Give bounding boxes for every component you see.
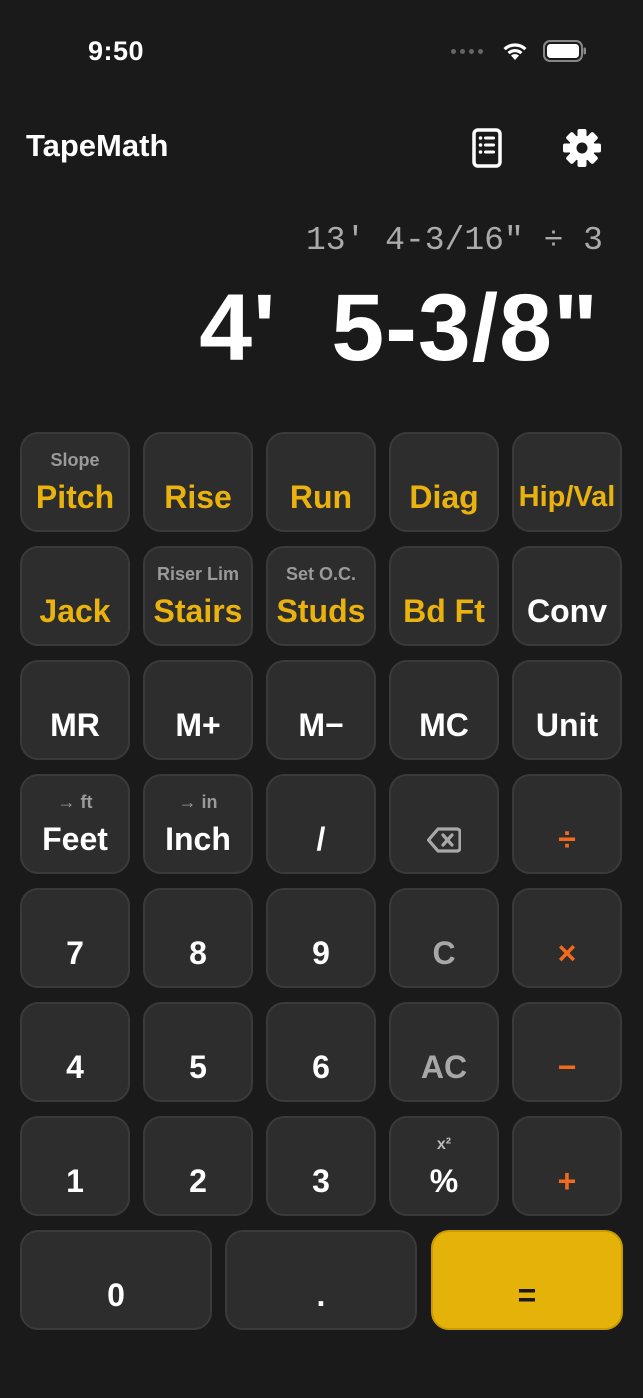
unit-key[interactable]: Unit: [512, 660, 622, 760]
all-clear-key[interactable]: AC: [389, 1002, 499, 1102]
stairs-key[interactable]: Riser Lim Stairs: [143, 546, 253, 646]
gear-icon: [563, 129, 601, 167]
digit-8-label: 8: [189, 935, 207, 971]
digit-0-key[interactable]: 0: [20, 1230, 212, 1330]
status-bar: 9:50: [0, 0, 643, 100]
digit-7-key[interactable]: 7: [20, 888, 130, 988]
backspace-key[interactable]: [389, 774, 499, 874]
studs-key-label: Studs: [276, 593, 366, 629]
signal-icon: [451, 48, 483, 54]
expression-tape: 13' 4-3/16" ÷ 3: [305, 222, 603, 259]
divide-key-label: ÷: [558, 821, 576, 857]
plus-key-label: +: [557, 1163, 577, 1199]
convert-key[interactable]: Conv: [512, 546, 622, 646]
digit-1-key[interactable]: 1: [20, 1116, 130, 1216]
hip-val-key[interactable]: Hip/Val: [512, 432, 622, 532]
board-feet-key[interactable]: Bd Ft: [389, 546, 499, 646]
percent-key-sublabel: x²: [436, 1136, 452, 1153]
digit-8-key[interactable]: 8: [143, 888, 253, 988]
percent-key-label: %: [429, 1163, 459, 1199]
digit-2-key[interactable]: 2: [143, 1116, 253, 1216]
decimal-key[interactable]: .: [225, 1230, 417, 1330]
equals-key-label: =: [517, 1277, 537, 1313]
divide-key[interactable]: ÷: [512, 774, 622, 874]
digit-5-label: 5: [189, 1049, 207, 1085]
memory-add-key[interactable]: M+: [143, 660, 253, 760]
clear-key[interactable]: C: [389, 888, 499, 988]
digit-5-key[interactable]: 5: [143, 1002, 253, 1102]
digit-4-label: 4: [66, 1049, 84, 1085]
settings-button[interactable]: [560, 126, 604, 170]
board-feet-key-label: Bd Ft: [403, 593, 485, 629]
inch-key-sublabel: → in: [178, 792, 218, 812]
backspace-icon: [427, 827, 461, 853]
stairs-key-label: Stairs: [153, 593, 243, 629]
digit-0-label: 0: [107, 1277, 125, 1313]
jack-key-label: Jack: [39, 593, 111, 629]
stairs-key-sublabel: Riser Lim: [156, 564, 240, 584]
multiply-key-label: ×: [557, 935, 577, 971]
studs-key-sublabel: Set O.C.: [285, 564, 356, 584]
diag-key-label: Diag: [409, 479, 479, 515]
pitch-key[interactable]: Slope Pitch: [20, 432, 130, 532]
memory-add-key-label: M+: [175, 707, 221, 743]
digit-3-label: 3: [312, 1163, 330, 1199]
digit-1-label: 1: [66, 1163, 84, 1199]
memory-recall-key[interactable]: MR: [20, 660, 130, 760]
convert-key-label: Conv: [527, 593, 607, 629]
digit-9-key[interactable]: 9: [266, 888, 376, 988]
studs-key[interactable]: Set O.C. Studs: [266, 546, 376, 646]
diag-key[interactable]: Diag: [389, 432, 499, 532]
clear-key-label: C: [432, 935, 456, 971]
hip-val-key-label: Hip/Val: [518, 481, 616, 513]
plus-key[interactable]: +: [512, 1116, 622, 1216]
history-button[interactable]: [466, 124, 508, 172]
minus-key-label: −: [557, 1049, 577, 1085]
calculator-display: 13' 4-3/16" ÷ 3 4' 5-3/8": [0, 210, 643, 390]
pitch-key-label: Pitch: [35, 479, 115, 515]
status-time: 9:50: [88, 36, 145, 66]
all-clear-key-label: AC: [420, 1049, 468, 1085]
pitch-key-sublabel: Slope: [50, 450, 100, 470]
feet-key[interactable]: → ft Feet: [20, 774, 130, 874]
unit-key-label: Unit: [535, 707, 599, 743]
digit-6-key[interactable]: 6: [266, 1002, 376, 1102]
minus-key[interactable]: −: [512, 1002, 622, 1102]
rise-key[interactable]: Rise: [143, 432, 253, 532]
digit-9-label: 9: [312, 935, 330, 971]
memory-clear-key-label: MC: [419, 707, 469, 743]
feet-key-sublabel: → ft: [57, 792, 93, 812]
memory-subtract-key[interactable]: M−: [266, 660, 376, 760]
memory-clear-key[interactable]: MC: [389, 660, 499, 760]
equals-key[interactable]: =: [431, 1230, 623, 1330]
app-header: TapeMath: [0, 120, 643, 180]
fraction-key-label: /: [316, 821, 326, 857]
result-value: 4' 5-3/8": [199, 275, 599, 381]
multiply-key[interactable]: ×: [512, 888, 622, 988]
status-icons: [451, 40, 587, 62]
memory-recall-key-label: MR: [50, 707, 100, 743]
digit-3-key[interactable]: 3: [266, 1116, 376, 1216]
digit-4-key[interactable]: 4: [20, 1002, 130, 1102]
inch-key[interactable]: → in Inch: [143, 774, 253, 874]
digit-7-label: 7: [66, 935, 84, 971]
digit-6-label: 6: [312, 1049, 330, 1085]
run-key-label: Run: [289, 479, 353, 515]
wifi-icon: [503, 43, 527, 60]
run-key[interactable]: Run: [266, 432, 376, 532]
battery-icon: [543, 40, 586, 62]
document-list-icon: [472, 128, 502, 168]
fraction-key[interactable]: /: [266, 774, 376, 874]
feet-key-label: Feet: [42, 821, 108, 857]
inch-key-label: Inch: [165, 821, 231, 857]
app-title: TapeMath: [26, 128, 169, 163]
decimal-key-label: .: [316, 1277, 326, 1313]
jack-key[interactable]: Jack: [20, 546, 130, 646]
percent-key[interactable]: x² %: [389, 1116, 499, 1216]
memory-subtract-key-label: M−: [298, 707, 344, 743]
rise-key-label: Rise: [164, 479, 232, 515]
digit-2-label: 2: [189, 1163, 207, 1199]
